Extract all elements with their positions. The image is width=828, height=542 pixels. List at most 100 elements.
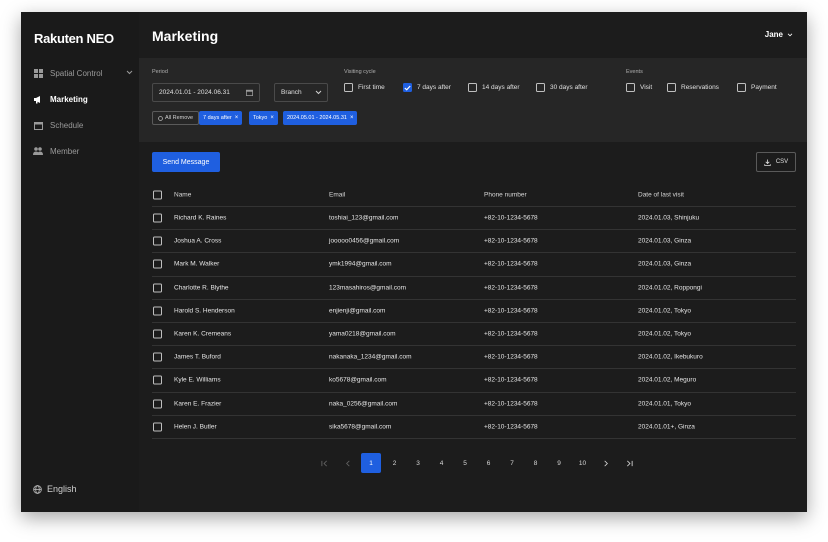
row-checkbox[interactable] bbox=[153, 329, 162, 339]
send-message-button[interactable]: Send Message bbox=[152, 152, 220, 172]
option-label: 7 days after bbox=[417, 84, 451, 91]
table-row[interactable]: Karen E. Frazier naka_0256@gmail.com +82-1… bbox=[152, 393, 796, 416]
table-row[interactable]: Mark M. Walker ymk1994@gmail.com +82-10-12… bbox=[152, 253, 796, 277]
cell-email: 123masahiros@gmail.com bbox=[329, 284, 407, 292]
first-page-button[interactable] bbox=[314, 453, 334, 473]
filter-chip[interactable]: 2024.05.01 - 2024.05.31 × bbox=[283, 111, 358, 125]
download-icon bbox=[764, 158, 771, 166]
checkbox[interactable] bbox=[536, 83, 545, 92]
cell-phone: +82-10-1234-5678 bbox=[484, 376, 538, 384]
checkbox[interactable] bbox=[468, 83, 477, 92]
table-row[interactable]: James T. Buford nakanaka_1234@gmail.com +8… bbox=[152, 346, 796, 370]
chevron-left-icon bbox=[345, 460, 350, 466]
event-visit-option[interactable]: Visit bbox=[626, 83, 652, 92]
close-icon[interactable]: × bbox=[350, 115, 354, 121]
visiting-7-days-option[interactable]: 7 days after bbox=[403, 83, 451, 92]
checkbox-checked[interactable] bbox=[403, 83, 412, 92]
cell-last-visit: 2024.01.03, Ginza bbox=[638, 237, 692, 245]
period-date-field[interactable]: 2024.01.01 - 2024.06.31 bbox=[152, 83, 260, 102]
table-row[interactable]: Richard K. Raines toshiai_123@gmail.com +8… bbox=[152, 207, 796, 231]
cell-phone: +82-10-1234-5678 bbox=[484, 237, 538, 245]
table-body: Richard K. Raines toshiai_123@gmail.com +8… bbox=[152, 207, 796, 439]
row-checkbox[interactable] bbox=[153, 236, 162, 246]
user-name: Jane bbox=[764, 30, 783, 39]
calendar-icon bbox=[246, 89, 253, 98]
table-row[interactable]: Karen K. Cremeans yama0218@gmail.com +82-1… bbox=[152, 323, 796, 347]
table-row[interactable]: Charlotte R. Blythe 123masahiros@gmail.co… bbox=[152, 277, 796, 300]
users-icon bbox=[33, 146, 43, 156]
filter-panel: Period 2024.01.01 - 2024.06.31 Branch Vi… bbox=[139, 58, 807, 142]
row-checkbox[interactable] bbox=[153, 213, 162, 223]
close-icon[interactable]: × bbox=[270, 115, 274, 121]
filter-chip[interactable]: 7 days after × bbox=[199, 111, 243, 125]
checkbox[interactable] bbox=[344, 83, 353, 92]
cell-name: Karen K. Cremeans bbox=[174, 330, 232, 338]
table-row[interactable]: Helen J. Butler sika5678@gmail.com +82-10-… bbox=[152, 416, 796, 439]
visiting-30-days-option[interactable]: 30 days after bbox=[536, 83, 588, 92]
event-payment-option[interactable]: Payment bbox=[737, 83, 777, 92]
row-checkbox[interactable] bbox=[153, 422, 162, 432]
column-header-phone[interactable]: Phone number bbox=[484, 191, 527, 198]
page-button[interactable]: 2 bbox=[385, 453, 405, 473]
cell-phone: +82-10-1234-5678 bbox=[484, 307, 538, 315]
row-checkbox[interactable] bbox=[153, 259, 162, 269]
table-row[interactable]: Joshua A. Cross jooooo0456@gmail.com +82-1… bbox=[152, 230, 796, 254]
close-icon[interactable]: × bbox=[235, 115, 239, 121]
cell-name: Richard K. Raines bbox=[174, 214, 227, 222]
page-button[interactable]: 5 bbox=[455, 453, 475, 473]
sidebar-item-spatial-control[interactable]: Spatial Control bbox=[33, 65, 133, 81]
csv-label: CSV bbox=[775, 159, 789, 165]
page-button[interactable]: 7 bbox=[502, 453, 522, 473]
row-checkbox[interactable] bbox=[153, 375, 162, 385]
remove-all-button[interactable]: All Remove bbox=[152, 111, 200, 125]
table-row[interactable]: Kyle E. Williams ko5678@gmail.com +82-10-1… bbox=[152, 369, 796, 393]
row-checkbox[interactable] bbox=[153, 352, 162, 362]
last-page-button[interactable] bbox=[620, 453, 640, 473]
row-checkbox[interactable] bbox=[153, 283, 162, 293]
prev-page-button[interactable] bbox=[338, 453, 358, 473]
csv-download-button[interactable]: CSV bbox=[756, 152, 796, 172]
cell-email: nakanaka_1234@gmail.com bbox=[329, 353, 412, 361]
sidebar-item-member[interactable]: Member bbox=[33, 143, 133, 159]
table-row[interactable]: Harold S. Henderson enjienji@gmail.com +82… bbox=[152, 300, 796, 323]
visiting-14-days-option[interactable]: 14 days after bbox=[468, 83, 520, 92]
page-button[interactable]: 9 bbox=[549, 453, 569, 473]
page-button[interactable]: 3 bbox=[408, 453, 428, 473]
chevron-right-icon bbox=[604, 460, 608, 466]
page-button[interactable]: 6 bbox=[479, 453, 499, 473]
page-button[interactable]: 4 bbox=[432, 453, 452, 473]
sidebar-item-marketing[interactable]: Marketing bbox=[33, 91, 133, 107]
visiting-first-time-option[interactable]: First time bbox=[344, 83, 385, 92]
megaphone-icon bbox=[33, 94, 43, 104]
checkbox[interactable] bbox=[667, 83, 676, 92]
cell-last-visit: 2024.01.02, Ikebukuro bbox=[638, 353, 703, 361]
checkbox[interactable] bbox=[626, 83, 635, 92]
cell-email: enjienji@gmail.com bbox=[329, 307, 386, 315]
filter-chip[interactable]: Tokyo × bbox=[249, 111, 278, 125]
cell-email: yama0218@gmail.com bbox=[329, 330, 396, 338]
cell-email: jooooo0456@gmail.com bbox=[329, 237, 400, 245]
checkbox[interactable] bbox=[737, 83, 746, 92]
branch-value: Branch bbox=[281, 89, 302, 96]
page-button[interactable]: 10 bbox=[573, 453, 593, 473]
cell-name: Charlotte R. Blythe bbox=[174, 284, 229, 292]
app-window: Rakuten NEO Spatial Control Marketing Sc… bbox=[21, 12, 807, 512]
column-header-email[interactable]: Email bbox=[329, 191, 345, 198]
column-header-name[interactable]: Name bbox=[174, 191, 191, 198]
select-all-checkbox[interactable] bbox=[153, 190, 162, 199]
branch-select[interactable]: Branch bbox=[274, 83, 328, 102]
cell-phone: +82-10-1234-5678 bbox=[484, 330, 538, 338]
row-checkbox[interactable] bbox=[153, 399, 162, 409]
sidebar-item-schedule[interactable]: Schedule bbox=[33, 117, 133, 133]
page-button[interactable]: 1 bbox=[361, 453, 381, 473]
cell-last-visit: 2024.01.01+, Ginza bbox=[638, 423, 695, 431]
option-label: Reservations bbox=[681, 84, 719, 91]
user-menu[interactable]: Jane bbox=[765, 30, 793, 39]
cell-phone: +82-10-1234-5678 bbox=[484, 400, 538, 408]
language-selector[interactable]: English bbox=[33, 484, 77, 494]
event-reservations-option[interactable]: Reservations bbox=[667, 83, 719, 92]
next-page-button[interactable] bbox=[596, 453, 616, 473]
page-button[interactable]: 8 bbox=[526, 453, 546, 473]
column-header-date[interactable]: Date of last visit bbox=[638, 191, 684, 198]
row-checkbox[interactable] bbox=[153, 306, 162, 316]
